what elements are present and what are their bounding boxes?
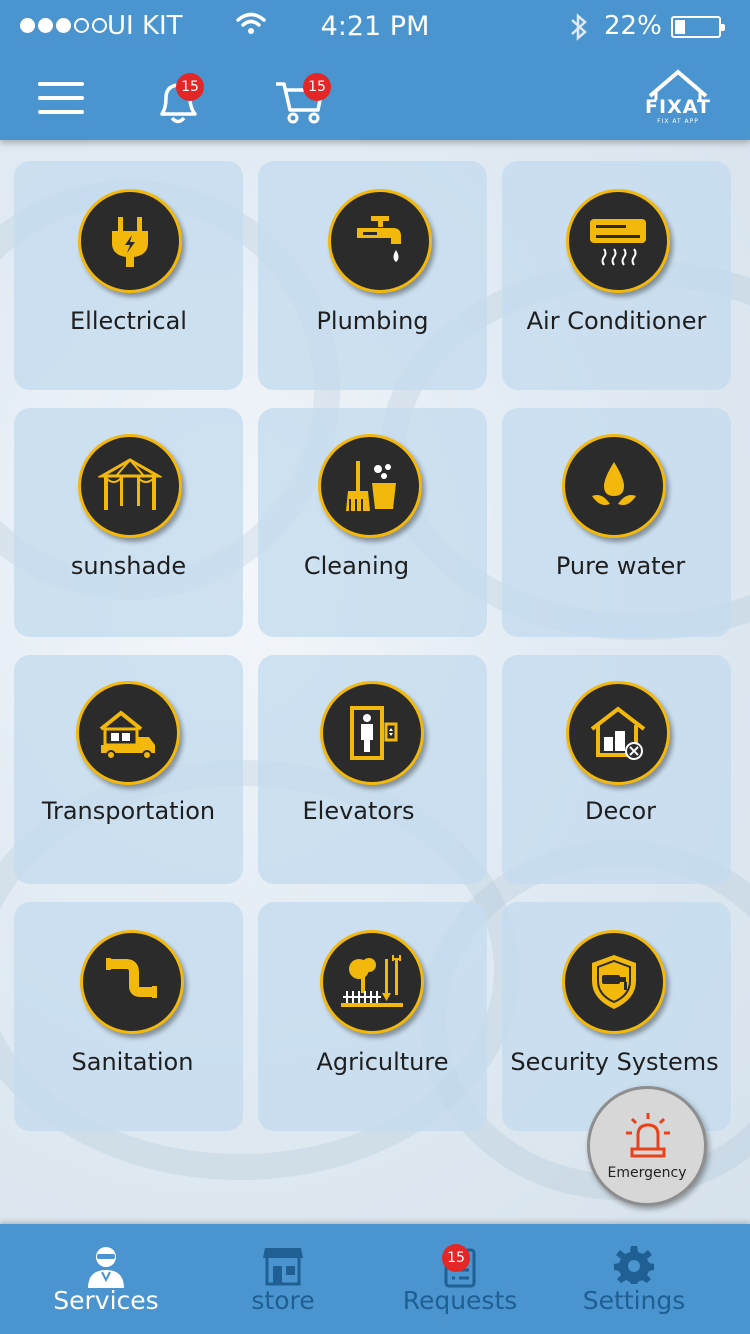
- tab-requests-label: Requests: [402, 1286, 518, 1315]
- gear-icon: [614, 1246, 654, 1284]
- tab-settings[interactable]: Settings: [552, 1224, 716, 1334]
- category-transportation[interactable]: Transportation: [14, 655, 243, 884]
- status-bar: UI KIT 4:21 PM 22%: [0, 0, 750, 56]
- bluetooth-icon: [571, 13, 587, 41]
- top-bar: UI KIT 4:21 PM 22% 15 15 FIXAT FIX AT AP…: [0, 0, 750, 140]
- home-decor-icon: [566, 681, 670, 785]
- category-decor[interactable]: Decor: [502, 655, 731, 884]
- category-label: Pure water: [555, 552, 686, 580]
- canopy-icon: [78, 434, 182, 538]
- nav-bar: 15 15 FIXAT FIX AT APP: [0, 56, 750, 140]
- category-agriculture[interactable]: Agriculture: [258, 902, 487, 1131]
- category-label: Transportation: [41, 797, 216, 825]
- siren-icon: [626, 1113, 670, 1158]
- tab-store[interactable]: store: [200, 1224, 366, 1334]
- electric-plug-icon: [78, 189, 182, 293]
- fixat-logo: FIXAT FIX AT APP: [642, 68, 714, 128]
- battery-percent: 22%: [604, 11, 662, 41]
- security-shield-icon: [562, 930, 666, 1034]
- category-air-conditioner[interactable]: Air Conditioner: [502, 161, 731, 390]
- faucet-icon: [328, 189, 432, 293]
- category-electrical[interactable]: Ellectrical: [14, 161, 243, 390]
- notifications-button[interactable]: 15: [150, 72, 210, 128]
- tab-services[interactable]: Services: [20, 1224, 192, 1334]
- garden-tools-icon: [320, 930, 424, 1034]
- broom-bucket-icon: [318, 434, 422, 538]
- tab-services-label: Services: [53, 1286, 159, 1315]
- category-label: Decor: [585, 797, 656, 825]
- category-pure-water[interactable]: Pure water: [502, 408, 731, 637]
- battery-icon: [671, 16, 725, 38]
- cart-button[interactable]: 15: [272, 72, 334, 128]
- hamburger-menu-button[interactable]: [38, 82, 84, 114]
- category-label: Air Conditioner: [526, 307, 707, 335]
- category-sunshade[interactable]: sunshade: [14, 408, 243, 637]
- technician-icon: [88, 1247, 124, 1288]
- category-label: Ellectrical: [70, 307, 187, 335]
- category-sanitation[interactable]: Sanitation: [14, 902, 243, 1131]
- tab-store-label: store: [251, 1286, 315, 1315]
- emergency-button[interactable]: Emergency: [587, 1086, 707, 1206]
- moving-truck-icon: [76, 681, 180, 785]
- emergency-label: Emergency: [607, 1165, 687, 1181]
- category-cleaning[interactable]: Cleaning: [258, 408, 487, 637]
- category-label: Agriculture: [316, 1048, 449, 1076]
- air-conditioner-icon: [566, 189, 670, 293]
- logo-tagline: FIX AT APP: [657, 118, 699, 125]
- tab-requests[interactable]: 15 Requests: [372, 1224, 548, 1334]
- category-label: Elevators: [302, 797, 415, 825]
- storefront-icon: [263, 1248, 303, 1286]
- requests-badge: 15: [442, 1244, 470, 1272]
- category-label: sunshade: [70, 552, 187, 580]
- bottom-nav: Services store 15 Requests Settings: [0, 1224, 750, 1334]
- category-label: Security Systems: [510, 1048, 719, 1076]
- logo-text: FIXAT: [645, 96, 711, 118]
- category-label: Plumbing: [316, 307, 429, 335]
- cart-badge: 15: [303, 73, 331, 101]
- water-drop-icon: [562, 434, 666, 538]
- category-label: Cleaning: [303, 552, 410, 580]
- notifications-badge: 15: [176, 73, 204, 101]
- elevator-icon: [320, 681, 424, 785]
- category-elevators[interactable]: Elevators: [258, 655, 487, 884]
- tab-settings-label: Settings: [582, 1286, 686, 1315]
- category-plumbing[interactable]: Plumbing: [258, 161, 487, 390]
- pipe-icon: [80, 930, 184, 1034]
- category-label: Sanitation: [71, 1048, 194, 1076]
